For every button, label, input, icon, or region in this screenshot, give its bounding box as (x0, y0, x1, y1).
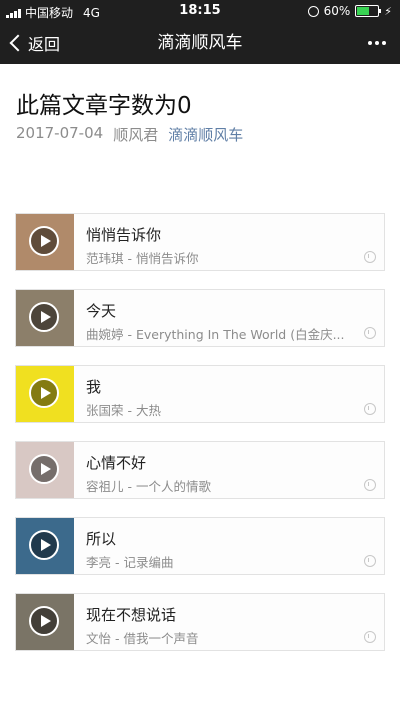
album-cover (16, 518, 74, 574)
album-cover (16, 594, 74, 650)
music-card[interactable]: 现在不想说话文怡 - 借我一个声音 (15, 593, 385, 651)
music-source-icon (364, 403, 376, 415)
song-title: 我 (86, 378, 102, 396)
album-cover (16, 214, 74, 270)
account-link[interactable]: 滴滴顺风车 (168, 124, 243, 145)
more-dots-icon (382, 41, 386, 45)
play-icon[interactable] (29, 302, 59, 332)
music-source-icon (364, 327, 376, 339)
rotation-lock-icon (307, 5, 319, 17)
navigation-bar: 返回 滴滴顺风车 (0, 22, 400, 64)
music-card[interactable]: 我张国荣 - 大热 (15, 365, 385, 423)
album-cover (16, 290, 74, 346)
publish-date: 2017-07-04 (16, 124, 104, 142)
song-artist: 文怡 - 借我一个声音 (86, 631, 199, 646)
song-title: 今天 (86, 302, 117, 320)
author-name: 顺风君 (113, 126, 159, 144)
more-dots-icon (375, 41, 379, 45)
song-artist: 范玮琪 - 悄悄告诉你 (86, 251, 199, 266)
status-bar: 中国移动 4G 18:15 60% ⚡ (0, 0, 400, 22)
more-dots-icon (368, 41, 372, 45)
play-icon[interactable] (29, 378, 59, 408)
play-icon[interactable] (29, 606, 59, 636)
music-card[interactable]: 今天曲婉婷 - Everything In The World (白金庆... (15, 289, 385, 347)
status-right: 60% ⚡ (307, 4, 392, 18)
article-meta: 2017-07-04 顺风君 滴滴顺风车 (16, 124, 243, 145)
music-source-icon (364, 555, 376, 567)
song-title: 悄悄告诉你 (86, 226, 162, 244)
music-source-icon (364, 631, 376, 643)
music-card[interactable]: 所以李亮 - 记录编曲 (15, 517, 385, 575)
play-icon[interactable] (29, 530, 59, 560)
song-title: 所以 (86, 530, 117, 548)
nav-title: 滴滴顺风车 (157, 33, 243, 53)
music-source-icon (364, 479, 376, 491)
charging-icon: ⚡ (384, 4, 392, 18)
article-title: 此篇文章字数为0 (16, 93, 192, 119)
music-card[interactable]: 心情不好容祖儿 - 一个人的情歌 (15, 441, 385, 499)
music-list: 悄悄告诉你范玮琪 - 悄悄告诉你 今天曲婉婷 - Everything In Th… (15, 213, 385, 669)
song-artist: 曲婉婷 - Everything In The World (白金庆... (86, 327, 345, 342)
song-artist: 容祖儿 - 一个人的情歌 (86, 479, 211, 494)
battery-percent: 60% (323, 4, 351, 18)
more-button[interactable] (368, 22, 386, 64)
play-icon[interactable] (29, 454, 59, 484)
song-artist: 李亮 - 记录编曲 (86, 555, 174, 570)
album-cover (16, 442, 74, 498)
album-cover (16, 366, 74, 422)
play-icon[interactable] (29, 226, 59, 256)
song-title: 心情不好 (86, 454, 147, 472)
battery-icon (355, 5, 382, 17)
song-artist: 张国荣 - 大热 (86, 403, 161, 418)
music-source-icon (364, 251, 376, 263)
music-card[interactable]: 悄悄告诉你范玮琪 - 悄悄告诉你 (15, 213, 385, 271)
song-title: 现在不想说话 (86, 606, 177, 624)
